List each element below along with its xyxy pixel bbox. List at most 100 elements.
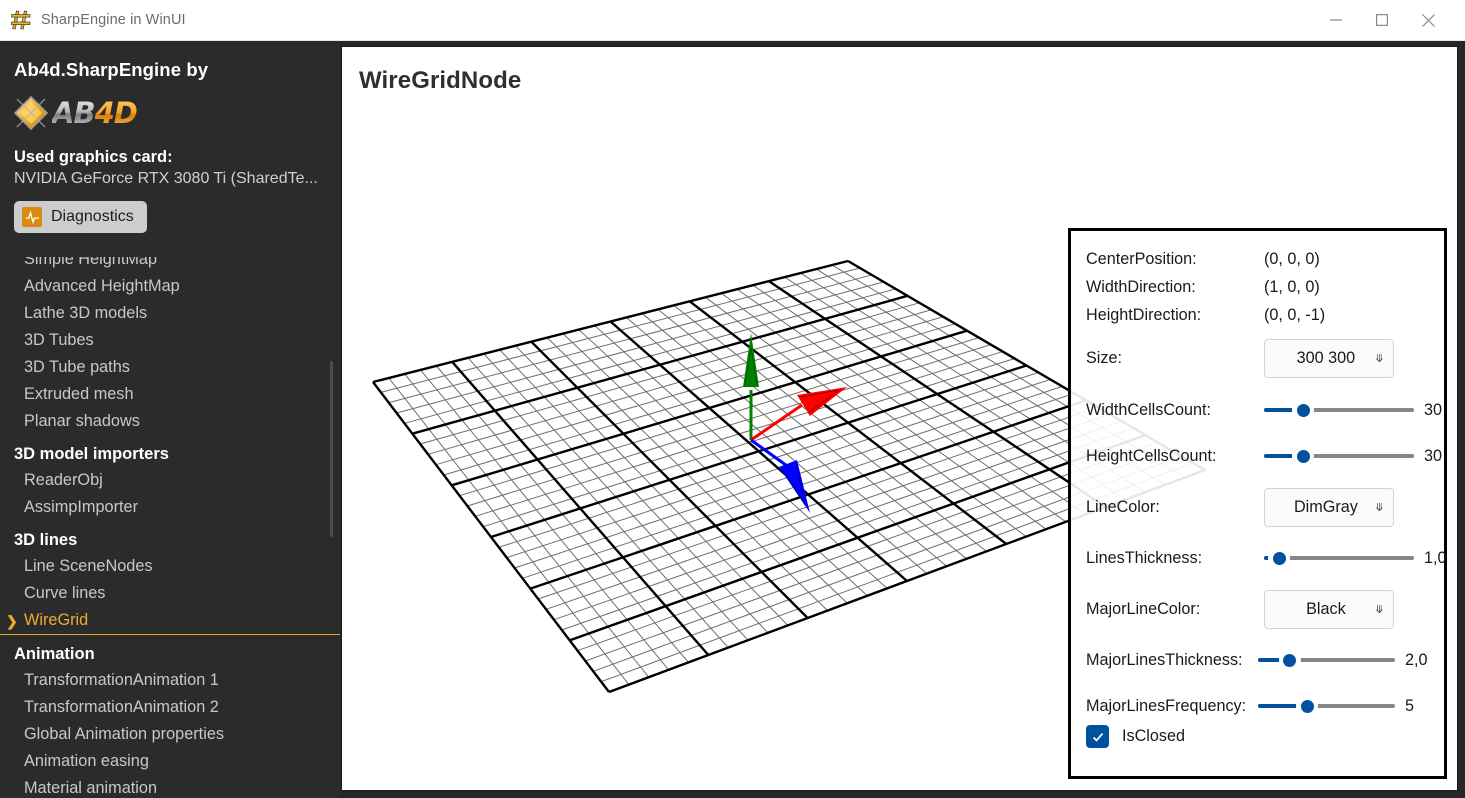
width-cells-slider[interactable]: [1264, 399, 1414, 421]
sidebar-item-readerobj[interactable]: ReaderObj: [0, 467, 340, 494]
sidebar-scrollbar[interactable]: [330, 361, 333, 537]
major-lines-frequency-slider-thumb[interactable]: [1296, 695, 1319, 717]
sidebar-item-material-animation[interactable]: Material animation: [0, 775, 340, 798]
major-lines-thickness-label: MajorLinesThickness:: [1086, 650, 1243, 669]
gpu-label: Used graphics card:: [14, 148, 173, 166]
title-bar: SharpEngine in WinUI: [0, 0, 1465, 41]
major-lines-frequency-label: MajorLinesFrequency:: [1086, 696, 1247, 715]
major-line-color-label: MajorLineColor:: [1086, 599, 1201, 618]
sidebar-item-curve-lines[interactable]: Curve lines: [0, 580, 340, 607]
width-cells-slider-thumb[interactable]: [1292, 399, 1314, 421]
sidebar-item-label: TransformationAnimation 2: [24, 698, 219, 716]
major-lines-frequency-row: MajorLinesFrequency: 5: [1071, 683, 1444, 729]
sidebar-item-wiregrid[interactable]: ❯ WireGrid: [0, 607, 340, 635]
line-color-combobox-value: DimGray: [1293, 497, 1358, 516]
sample-list[interactable]: Simple HeightMap Advanced HeightMap Lathe …: [0, 257, 340, 798]
height-direction-label: HeightDirection:: [1086, 305, 1202, 324]
height-cells-slider[interactable]: [1264, 445, 1414, 467]
sidebar-item-extruded-mesh[interactable]: Extruded mesh: [0, 381, 340, 408]
sidebar-item-line-scenenodes[interactable]: Line SceneNodes: [0, 553, 340, 580]
major-lines-frequency-slider[interactable]: [1258, 695, 1395, 717]
minimize-button[interactable]: [1313, 0, 1359, 40]
sidebar-item-label: Animation easing: [24, 752, 149, 770]
size-combobox[interactable]: 300 300 ⤋: [1264, 338, 1394, 378]
width-direction-label: WidthDirection:: [1086, 277, 1196, 296]
sidebar-item-advanced-heightmap[interactable]: Advanced HeightMap: [0, 273, 340, 300]
sidebar-item-simple-heightmap[interactable]: Simple HeightMap: [0, 257, 340, 273]
height-direction-value: (0, 0, -1): [1264, 305, 1326, 324]
ab4d-logo-text: AB4D: [52, 96, 138, 130]
gpu-value: NVIDIA GeForce RTX 3080 Ti (SharedTe...: [14, 170, 318, 187]
window-title: SharpEngine in WinUI: [41, 12, 186, 28]
chevron-down-icon: ⤋: [1374, 603, 1384, 616]
sidebar-item-transformationanimation-2[interactable]: TransformationAnimation 2: [0, 694, 340, 721]
diagnostics-button[interactable]: Diagnostics: [14, 201, 147, 233]
sidebar-group-header: 3D lines: [0, 521, 340, 553]
sidebar-item-label: 3D Tubes: [24, 331, 94, 349]
sidebar: Ab4d.SharpEngine by AB4D Used graphics c…: [0, 41, 340, 798]
lines-thickness-slider[interactable]: [1264, 547, 1414, 569]
line-color-row: LineColor: DimGray ⤋: [1071, 479, 1444, 535]
width-cells-label: WidthCellsCount:: [1086, 400, 1212, 419]
width-direction-row: WidthDirection: (1, 0, 0): [1071, 273, 1444, 301]
ab4d-logo-4d: 4D: [94, 96, 138, 130]
sidebar-group-label: Animation: [14, 645, 95, 663]
major-lines-thickness-slider-thumb[interactable]: [1278, 649, 1301, 671]
maximize-button[interactable]: [1359, 0, 1405, 40]
sidebar-item-planar-shadows[interactable]: Planar shadows: [0, 408, 340, 435]
major-line-color-row: MajorLineColor: Black ⤋: [1071, 581, 1444, 637]
height-direction-row: HeightDirection: (0, 0, -1): [1071, 301, 1444, 329]
sidebar-heading: Ab4d.SharpEngine by: [14, 59, 209, 80]
diagnostics-icon: [22, 207, 42, 227]
lines-thickness-row: LinesThickness: 1,0: [1071, 535, 1447, 581]
ab4d-logo-ab: AB: [52, 96, 96, 130]
sidebar-item-assimpimporter[interactable]: AssimpImporter: [0, 494, 340, 521]
sidebar-item-label: ReaderObj: [24, 471, 103, 489]
sidebar-item-label: Line SceneNodes: [24, 557, 153, 575]
center-position-label: CenterPosition:: [1086, 249, 1197, 268]
x-axis-arrow: [750, 387, 847, 442]
size-combobox-value: 300 300: [1296, 348, 1356, 367]
sidebar-item-label: Global Animation properties: [24, 725, 225, 743]
sidebar-item-label: Planar shadows: [24, 412, 140, 430]
lines-thickness-slider-thumb[interactable]: [1268, 547, 1290, 569]
sidebar-item-label: AssimpImporter: [24, 498, 138, 516]
sidebar-item-global-animation-properties[interactable]: Global Animation properties: [0, 721, 340, 748]
height-cells-label: HeightCellsCount:: [1086, 446, 1217, 465]
center-position-row: CenterPosition: (0, 0, 0): [1071, 245, 1444, 273]
width-cells-row: WidthCellsCount: 30: [1071, 387, 1444, 433]
ab4d-diamond-icon: [14, 96, 48, 130]
chevron-down-icon: ⤋: [1374, 501, 1384, 514]
sidebar-item-label: Extruded mesh: [24, 385, 134, 403]
line-color-combobox[interactable]: DimGray ⤋: [1264, 487, 1394, 527]
lines-thickness-value: 1,0: [1424, 548, 1447, 567]
sidebar-item-label: Advanced HeightMap: [24, 277, 180, 295]
sidebar-group-header: 3D model importers: [0, 435, 340, 467]
sidebar-item-animation-easing[interactable]: Animation easing: [0, 748, 340, 775]
sidebar-item-label: 3D Tube paths: [24, 358, 130, 376]
is-closed-checkbox-row[interactable]: IsClosed: [1086, 725, 1185, 748]
sidebar-item-lathe-3d-models[interactable]: Lathe 3D models: [0, 300, 340, 327]
lines-thickness-label: LinesThickness:: [1086, 548, 1203, 567]
sidebar-item-3d-tube-paths[interactable]: 3D Tube paths: [0, 354, 340, 381]
close-button[interactable]: [1405, 0, 1451, 40]
major-lines-thickness-slider[interactable]: [1258, 649, 1395, 671]
application-window: SharpEngine in WinUI Ab4d.SharpEngine by: [0, 0, 1465, 798]
height-cells-row: HeightCellsCount: 30: [1071, 433, 1444, 479]
sidebar-item-label: Lathe 3D models: [24, 304, 148, 322]
sidebar-item-label: TransformationAnimation 1: [24, 671, 219, 689]
ab4d-logo: AB4D: [14, 92, 184, 134]
width-direction-value: (1, 0, 0): [1264, 277, 1320, 296]
sidebar-item-transformationanimation-1[interactable]: TransformationAnimation 1: [0, 667, 340, 694]
sharp-engine-icon: [10, 9, 32, 31]
center-position-value: (0, 0, 0): [1264, 249, 1320, 268]
sidebar-group-label: 3D lines: [14, 531, 78, 549]
height-cells-slider-thumb[interactable]: [1292, 445, 1314, 467]
chevron-down-icon: ⤋: [1374, 352, 1384, 365]
sidebar-item-label: Curve lines: [24, 584, 106, 602]
major-line-color-combobox[interactable]: Black ⤋: [1264, 589, 1394, 629]
sidebar-item-label: WireGrid: [24, 611, 89, 629]
checkbox-checked-icon[interactable]: [1086, 725, 1109, 748]
sidebar-item-3d-tubes[interactable]: 3D Tubes: [0, 327, 340, 354]
width-cells-value: 30: [1424, 400, 1443, 419]
